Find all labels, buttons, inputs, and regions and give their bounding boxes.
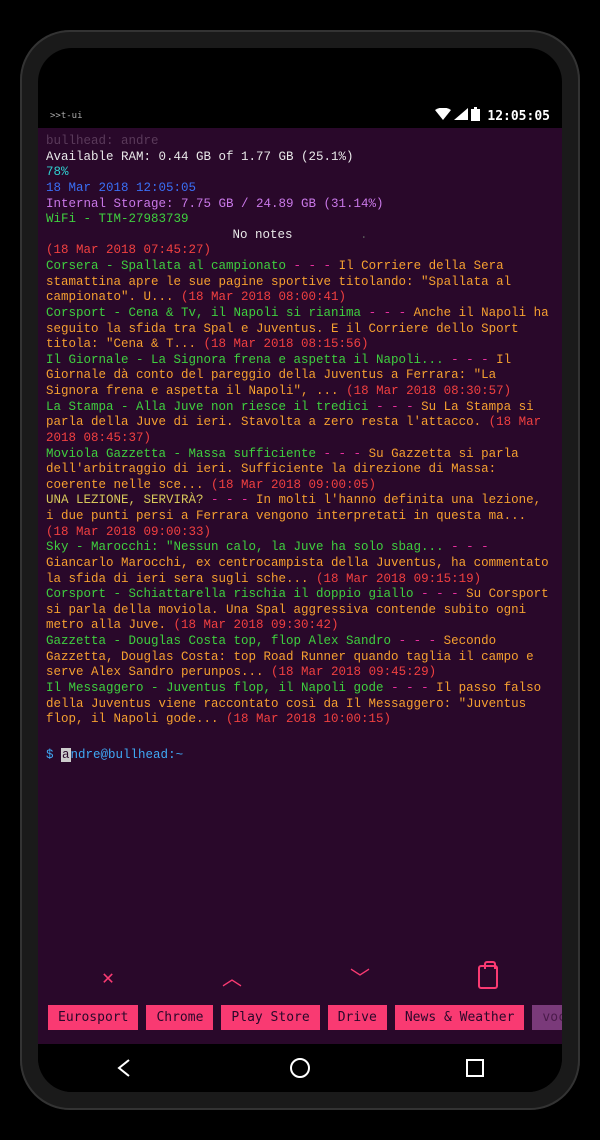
status-right: 12:05:05 <box>435 107 550 125</box>
app-button-eurosport[interactable]: Eurosport <box>48 1005 138 1030</box>
prompt-line[interactable]: $ andre@bullhead:~ <box>46 748 554 764</box>
app-button-drive[interactable]: Drive <box>328 1005 387 1030</box>
wifi-icon <box>435 108 451 124</box>
feed-title: Gazzetta - Douglas Costa top, flop Alex … <box>46 634 391 648</box>
chevron-down-icon[interactable]: ﹀ <box>350 962 370 991</box>
feed-title: La Stampa - Alla Juve non riesce il tred… <box>46 400 369 414</box>
feed-title: Moviola Gazzetta - Massa sufficiente <box>46 447 316 461</box>
notes-line: No notes . <box>46 228 554 244</box>
prompt-rest: ndre@bullhead:~ <box>71 748 184 762</box>
feed-title: Sky - Marocchi: "Nessun calo, la Juve ha… <box>46 540 444 554</box>
feed-item: Corsport - Schiattarella rischia il dopp… <box>46 587 554 634</box>
feed-item: Moviola Gazzetta - Massa sufficiente - -… <box>46 447 554 494</box>
ram-line: Available RAM: 0.44 GB of 1.77 GB (25.1%… <box>46 150 554 166</box>
app-button-news[interactable]: News & Weather <box>395 1005 525 1030</box>
feed-sep: - - - <box>444 353 497 367</box>
feed-ts: (18 Mar 2018 09:15:19) <box>316 572 481 586</box>
datetime-line: 18 Mar 2018 12:05:05 <box>46 181 554 197</box>
battery-icon <box>471 107 480 125</box>
feed-sep: - - - <box>204 493 257 507</box>
prompt-symbol: $ <box>46 748 54 762</box>
feed-ts: (18 Mar 2018 09:00:05) <box>211 478 376 492</box>
feed-ts: (18 Mar 2018 09:45:29) <box>271 665 436 679</box>
feed-sep: - - - <box>369 400 422 414</box>
feed-ts: (18 Mar 2018 08:15:56) <box>204 337 369 351</box>
feed-sep: - - - <box>414 587 467 601</box>
wifi-line: WiFi - TIM-27983739 <box>46 212 554 228</box>
status-time: 12:05:05 <box>487 109 550 124</box>
feed-item: UNA LEZIONE, SERVIRÀ? - - - In molti l'h… <box>46 493 554 540</box>
feed-title: Corsport - Cena & Tv, il Napoli si riani… <box>46 306 361 320</box>
close-icon[interactable]: ✕ <box>102 965 114 989</box>
feed-ts: (18 Mar 2018 09:00:33) <box>46 525 211 539</box>
ram-pct: 78% <box>46 165 554 181</box>
chevron-up-icon[interactable]: ︿ <box>222 962 242 991</box>
timestamp-initial: (18 Mar 2018 07:45:27) <box>46 243 554 259</box>
clipboard-icon[interactable] <box>478 965 498 989</box>
phone-screen: >>t-ui 12:05:05 bullhead: andre Availabl… <box>38 48 562 1092</box>
status-bar: >>t-ui 12:05:05 <box>38 104 562 128</box>
feed-title: Il Messaggero - Juventus flop, il Napoli… <box>46 681 384 695</box>
feed-sep: - - - <box>384 681 437 695</box>
recent-icon[interactable] <box>463 1056 487 1080</box>
feed-item: Corsera - Spallata al campionato - - - I… <box>46 259 554 306</box>
feed-item: Il Messaggero - Juventus flop, il Napoli… <box>46 681 554 728</box>
cursor: a <box>61 748 71 762</box>
status-app-label: >>t-ui <box>50 111 83 121</box>
feed-sep: - - - <box>391 634 444 648</box>
terminal-area[interactable]: bullhead: andre Available RAM: 0.44 GB o… <box>38 128 562 956</box>
signal-icon <box>454 108 468 124</box>
feed-ts: (18 Mar 2018 08:30:57) <box>346 384 511 398</box>
feed-item: Gazzetta - Douglas Costa top, flop Alex … <box>46 634 554 681</box>
feed-title: Il Giornale - La Signora frena e aspetta… <box>46 353 444 367</box>
feed-ts: (18 Mar 2018 08:00:41) <box>181 290 346 304</box>
feed-sep: - - - <box>444 540 489 554</box>
nav-bar <box>38 1044 562 1092</box>
app-button-playstore[interactable]: Play Store <box>221 1005 319 1030</box>
feed-sep: - - - <box>361 306 414 320</box>
feed-item: Corsport - Cena & Tv, il Napoli si riani… <box>46 306 554 353</box>
app-row[interactable]: Eurosport Chrome Play Store Drive News &… <box>38 997 562 1044</box>
feed-title: Corsera - Spallata al campionato <box>46 259 286 273</box>
feed-title: Corsport - Schiattarella rischia il dopp… <box>46 587 414 601</box>
app-button-chrome[interactable]: Chrome <box>146 1005 213 1030</box>
feed-item: Il Giornale - La Signora frena e aspetta… <box>46 353 554 400</box>
home-icon[interactable] <box>288 1056 312 1080</box>
feed-ts: (18 Mar 2018 09:30:42) <box>174 618 339 632</box>
phone-frame: >>t-ui 12:05:05 bullhead: andre Availabl… <box>20 30 580 1110</box>
back-icon[interactable] <box>113 1056 137 1080</box>
feed-title: UNA LEZIONE, SERVIRÀ? <box>46 493 204 507</box>
feed-sep: - - - <box>286 259 339 273</box>
header-dim: bullhead: andre <box>46 134 554 150</box>
app-button-partial[interactable]: voc <box>532 1005 562 1030</box>
storage-line: Internal Storage: 7.75 GB / 24.89 GB (31… <box>46 197 554 213</box>
action-row: ✕ ︿ ﹀ <box>38 956 562 997</box>
feed-sep: - - - <box>316 447 369 461</box>
feed-item: La Stampa - Alla Juve non riesce il tred… <box>46 400 554 447</box>
feed-ts: (18 Mar 2018 10:00:15) <box>226 712 391 726</box>
feed-item: Sky - Marocchi: "Nessun calo, la Juve ha… <box>46 540 554 587</box>
